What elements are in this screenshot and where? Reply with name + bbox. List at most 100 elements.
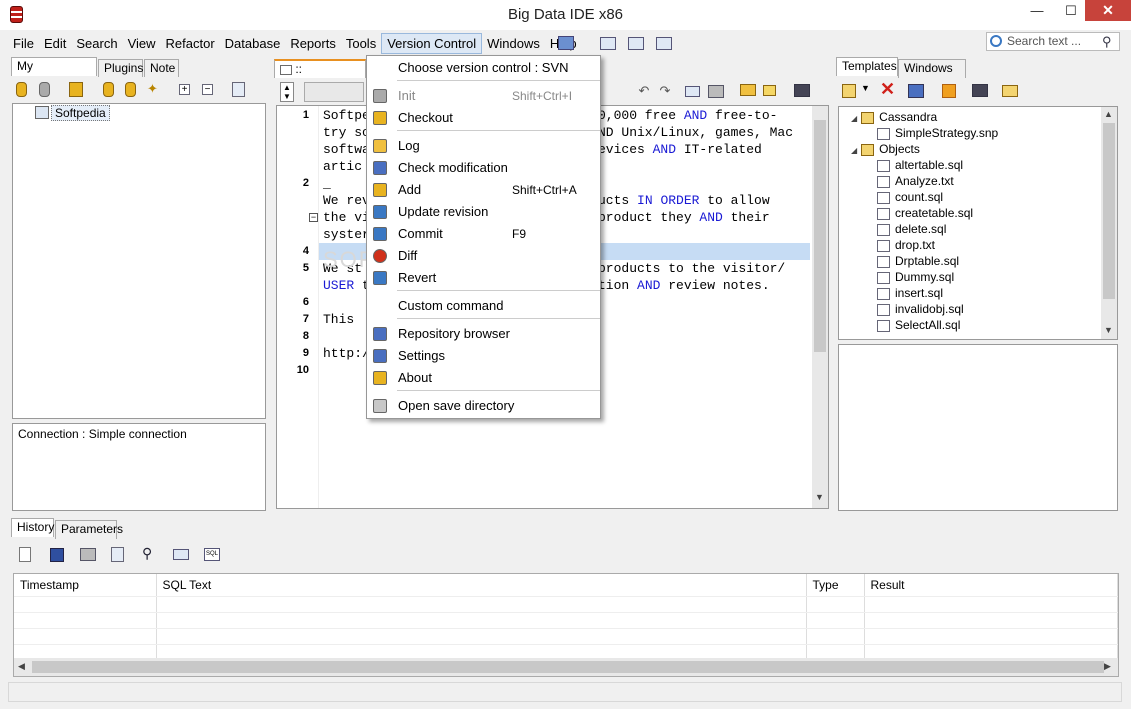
new-template-icon[interactable] [842,84,856,98]
menu-version-control[interactable]: Version Control [381,33,483,54]
menu-item-update-revision[interactable]: Update revision [367,201,600,223]
menu-item-commit[interactable]: Commit F9 [367,223,600,245]
maximize-button[interactable]: ☐ [1054,0,1088,22]
templates-scroll-thumb[interactable] [1103,123,1115,299]
scroll-down-arrow[interactable]: ▼ [815,492,824,502]
camera-icon[interactable] [794,84,810,97]
tab-windows-list[interactable]: Windows list [898,59,966,92]
undo-icon[interactable]: ↶ [634,81,654,101]
menu-item-repository-browser[interactable]: Repository browser [367,323,600,345]
history-grid[interactable]: Timestamp SQL Text Type Result ◀ ▶ [13,573,1119,677]
save-icon[interactable] [50,548,64,562]
expander-icon[interactable]: ◢ [851,114,857,123]
h-scroll-thumb[interactable] [32,661,1104,673]
minimize-button[interactable]: — [1020,0,1054,22]
menu-item-custom-command[interactable]: Custom command [367,295,600,317]
wand-icon[interactable]: ✦ [147,81,161,97]
templates-scrollbar[interactable]: ▲ ▼ [1101,107,1117,339]
database-check-icon[interactable] [69,82,83,97]
window-icon[interactable] [908,84,924,98]
menu-reports[interactable]: Reports [285,33,341,54]
menu-item-settings[interactable]: Settings [367,345,600,367]
scroll-right-arrow[interactable]: ▶ [1104,661,1111,672]
tab-my-connections[interactable]: My connections [11,57,97,90]
copy-icon[interactable] [232,82,245,97]
template-tree-item[interactable]: SelectAll.sql [877,317,960,333]
menu-item-about[interactable]: About [367,367,600,389]
scroll-up-arrow[interactable]: ▲ [1104,109,1113,119]
print-icon[interactable] [80,548,96,561]
tab-softpedia-txt[interactable]: :: Softpedia.txt [274,59,366,93]
template-tree-item[interactable]: Dummy.sql [877,269,954,285]
camera-icon[interactable] [972,84,988,97]
menu-item-check-modification[interactable]: Check modification [367,157,600,179]
collapse-icon[interactable]: − [202,84,213,95]
menu-item-choose-version-control-svn[interactable]: Choose version control : SVN [367,57,600,79]
layout-icon[interactable] [558,36,574,50]
menu-tools[interactable]: Tools [341,33,381,54]
layout-horizontal-icon[interactable] [600,37,616,50]
keyboard-icon[interactable] [173,549,189,560]
scroll-left-arrow[interactable]: ◀ [18,661,25,672]
dropdown-arrow-icon[interactable]: ▼ [861,83,870,93]
binoculars-icon[interactable]: ⚲ [1102,34,1118,49]
menu-refactor[interactable]: Refactor [161,33,220,54]
close-button[interactable]: ✕ [1085,0,1131,21]
tab-plugins[interactable]: Plugins [98,59,143,78]
menu-database[interactable]: Database [220,33,286,54]
template-tree-item[interactable]: Analyze.txt [877,173,954,189]
editor-scroll-thumb[interactable] [814,120,826,352]
check-icon[interactable] [942,84,956,98]
template-tree-item[interactable]: altertable.sql [877,157,963,173]
template-tree-item[interactable]: invalidobj.sql [877,301,964,317]
database-icon[interactable] [16,82,27,97]
editor-combo[interactable] [304,82,364,102]
history-h-scrollbar[interactable]: ◀ ▶ [14,658,1118,676]
menu-item-revert[interactable]: Revert [367,267,600,289]
menu-search[interactable]: Search [71,33,122,54]
open-folder-icon[interactable] [1002,85,1018,97]
menu-item-log[interactable]: Log [367,135,600,157]
expander-icon[interactable]: ◢ [851,146,857,155]
search-input[interactable]: Search text ... [986,32,1120,51]
column-timestamp[interactable]: Timestamp [14,574,157,597]
menu-item-init[interactable]: Init Shift+Ctrl+I [367,85,600,107]
expand-icon[interactable]: + [179,84,190,95]
menu-windows[interactable]: Windows [482,33,545,54]
object-icon[interactable] [740,84,756,96]
copy-icon[interactable] [111,547,124,562]
template-tree-item[interactable]: insert.sql [877,285,943,301]
menu-item-open-save-directory[interactable]: Open save directory [367,395,600,417]
column-type[interactable]: Type [806,574,865,597]
tab-templates[interactable]: Templates [836,57,898,76]
scroll-down-arrow[interactable]: ▼ [1104,325,1113,335]
tab-parameters[interactable]: Parameters [55,520,123,539]
layout-split-icon[interactable] [628,37,644,50]
menu-item-checkout[interactable]: Checkout [367,107,600,129]
add-connection-icon[interactable] [103,82,114,97]
fold-toggle[interactable]: − [309,213,318,222]
format-icon[interactable] [685,86,700,97]
template-tree-item[interactable]: drop.txt [877,237,935,253]
remove-connection-icon[interactable] [125,82,136,97]
delete-icon[interactable]: ✕ [880,79,895,100]
eraser-icon[interactable] [763,85,776,96]
template-tree-item[interactable]: createtable.sql [877,205,973,221]
template-tree-item[interactable]: count.sql [877,189,943,205]
spinner-control[interactable]: ▲ ▼ [280,82,294,102]
tree-item-softpedia[interactable]: Softpedia [51,105,110,121]
template-tree-item[interactable]: ◢ Cassandra [851,109,937,125]
print-icon[interactable] [708,85,724,98]
layout-vertical-icon[interactable] [656,37,672,50]
column-result[interactable]: Result [864,574,1118,597]
tab-note[interactable]: Note [144,59,179,78]
column-sql-text[interactable]: SQL Text [156,574,807,597]
tab-history[interactable]: History [11,518,54,537]
database-gray-icon[interactable] [39,82,50,97]
menu-view[interactable]: View [123,33,161,54]
editor-scrollbar[interactable]: ▼ [812,106,828,508]
menu-file[interactable]: File [8,33,39,54]
redo-icon[interactable]: ↷ [655,81,675,101]
menu-edit[interactable]: Edit [39,33,71,54]
template-tree-item[interactable]: Drptable.sql [877,253,959,269]
